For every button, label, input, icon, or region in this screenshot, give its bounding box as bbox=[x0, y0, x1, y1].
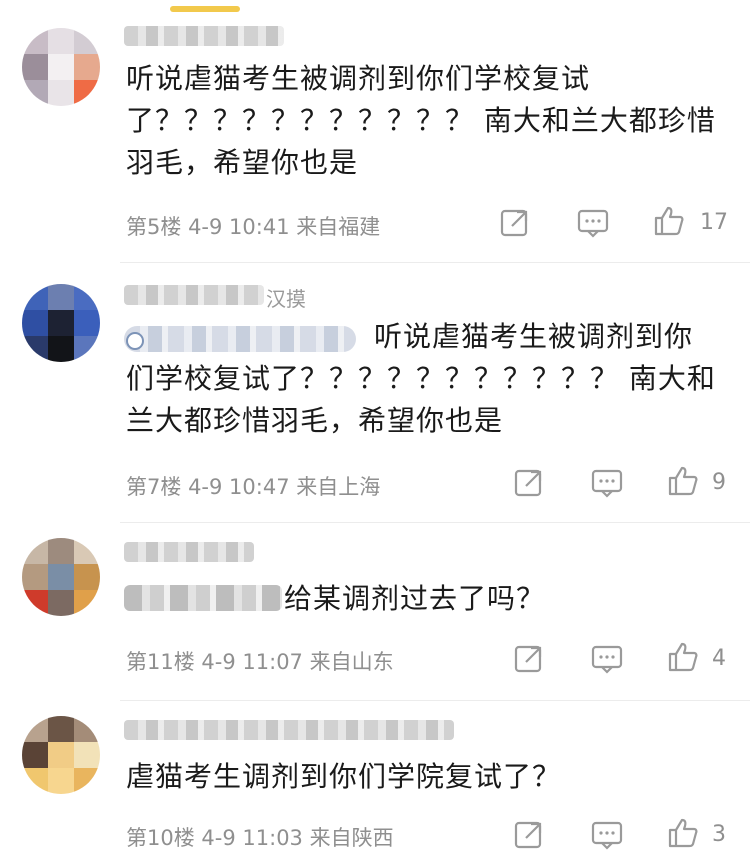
avatar[interactable] bbox=[22, 538, 100, 616]
share-icon[interactable] bbox=[498, 206, 532, 240]
comment-icon[interactable] bbox=[590, 818, 624, 852]
comment-date: 4-9 10:41 bbox=[188, 215, 290, 239]
username-visible-part: 汉摸 bbox=[266, 287, 306, 311]
comment-text: 听说虐猫考生被调剂到你 们学校复试了？？？？？？？？？？？ 南大和 兰大都珍惜羽… bbox=[126, 320, 716, 437]
comment-text: 听说虐猫考生被调剂到你们学校复试 了？？？？？？？？？？？ 南大和兰大都珍惜 羽… bbox=[126, 62, 716, 179]
comment-text: 给某调剂过去了吗？ bbox=[284, 582, 546, 615]
comment-icon[interactable] bbox=[590, 466, 624, 500]
like-icon[interactable] bbox=[666, 464, 700, 498]
like-count: 17 bbox=[700, 210, 728, 235]
comment-icon[interactable] bbox=[576, 206, 610, 240]
share-icon[interactable] bbox=[512, 818, 546, 852]
divider bbox=[120, 262, 750, 263]
floor-label: 第10楼 bbox=[126, 826, 195, 850]
username-blurred[interactable] bbox=[124, 542, 254, 562]
comment-location: 来自上海 bbox=[296, 475, 381, 499]
comment-meta: 第7楼 4-9 10:47 来自上海 bbox=[126, 471, 380, 501]
floor-label: 第11楼 bbox=[126, 650, 195, 674]
username-blurred[interactable] bbox=[124, 720, 454, 740]
comment-meta: 第5楼 4-9 10:41 来自福建 bbox=[126, 211, 380, 241]
floor-label: 第7楼 bbox=[126, 475, 182, 499]
comment-icon[interactable] bbox=[590, 642, 624, 676]
share-icon[interactable] bbox=[512, 642, 546, 676]
username-blurred[interactable] bbox=[124, 285, 264, 305]
share-icon[interactable] bbox=[512, 466, 546, 500]
comment-date: 4-9 10:47 bbox=[188, 475, 290, 499]
divider bbox=[120, 522, 750, 523]
avatar[interactable] bbox=[22, 284, 100, 362]
comment-location: 来自山东 bbox=[309, 650, 394, 674]
comment-location: 来自陕西 bbox=[309, 826, 394, 850]
top-indicator bbox=[170, 6, 240, 12]
username-blurred[interactable] bbox=[124, 26, 284, 46]
like-count: 3 bbox=[712, 822, 726, 847]
comment-meta: 第11楼 4-9 11:07 来自山东 bbox=[126, 646, 394, 676]
divider bbox=[120, 700, 750, 701]
comment-meta: 第10楼 4-9 11:03 来自陕西 bbox=[126, 822, 394, 852]
comment-date: 4-9 11:07 bbox=[201, 650, 303, 674]
comment-date: 4-9 11:03 bbox=[201, 826, 303, 850]
like-count: 9 bbox=[712, 470, 726, 495]
comment-text: 虐猫考生调剂到你们学院复试了？ bbox=[126, 760, 562, 793]
like-icon[interactable] bbox=[666, 816, 700, 850]
like-icon[interactable] bbox=[652, 204, 686, 238]
like-icon[interactable] bbox=[666, 640, 700, 674]
like-count: 4 bbox=[712, 646, 726, 671]
comment-text-blurred bbox=[124, 585, 282, 611]
avatar[interactable] bbox=[22, 716, 100, 794]
floor-label: 第5楼 bbox=[126, 215, 182, 239]
avatar[interactable] bbox=[22, 28, 100, 106]
comment-location: 来自福建 bbox=[296, 215, 381, 239]
